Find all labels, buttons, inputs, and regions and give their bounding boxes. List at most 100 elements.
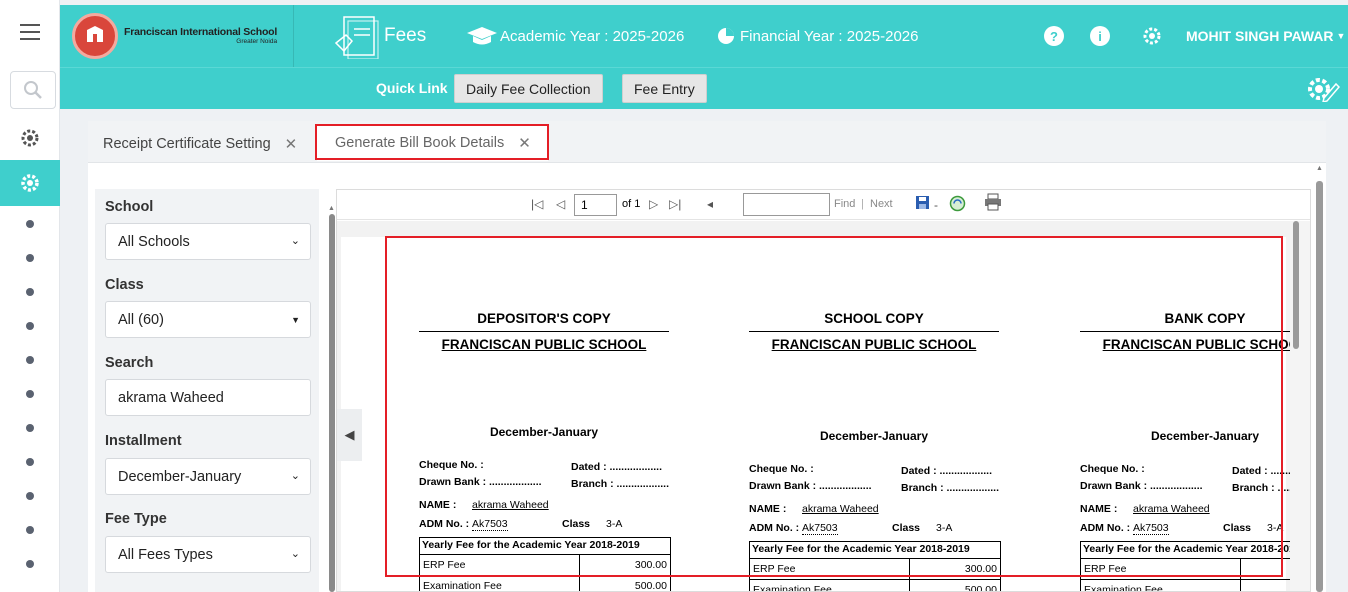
refresh-icon[interactable] (949, 195, 966, 215)
close-icon[interactable]: ✕ (518, 134, 531, 152)
branch-label: Branch : .................. (901, 482, 1000, 494)
adm-label: ADM No. : (419, 518, 470, 530)
sidebar-item-6[interactable] (26, 390, 34, 398)
sidebar-item-8[interactable] (26, 458, 34, 466)
close-icon[interactable]: ✕ (285, 135, 298, 153)
export-icon[interactable] (915, 195, 931, 214)
graduation-cap-icon (467, 27, 497, 45)
search-label: Search (105, 355, 154, 371)
scroll-up-icon[interactable]: ▲ (328, 205, 335, 212)
sidebar-item-11[interactable] (26, 560, 34, 568)
fee-amount: 500.00 (634, 580, 667, 592)
fee-row: Examination Fee500.00 (1081, 580, 1310, 591)
school-select[interactable]: All Schools ⌄ (105, 223, 311, 260)
cheque-label: Cheque No. : (1080, 463, 1145, 475)
scrollbar-thumb[interactable] (1293, 221, 1299, 349)
back-icon[interactable]: ◂ (707, 197, 713, 211)
scrollbar-thumb[interactable] (329, 214, 335, 592)
fee-entry-button[interactable]: Fee Entry (622, 74, 707, 103)
copy-installment: December-January (819, 429, 929, 443)
academic-year-label: Academic Year : 2025-2026 (500, 27, 685, 45)
class-select-value: All (60) (118, 311, 164, 328)
report-viewer: |◁ ◁ 1 of 1 ▷ ▷| ◂ Find | Next - DEPOSIT… (336, 189, 1311, 592)
installment-label: Installment (105, 433, 182, 449)
search-button[interactable] (10, 71, 56, 109)
class-select[interactable]: All (60) ▼ (105, 301, 311, 338)
menu-icon[interactable] (20, 24, 40, 40)
class-value: 3-A (606, 518, 623, 530)
sidebar-item-1[interactable] (26, 220, 34, 228)
sidebar-item-5[interactable] (26, 356, 34, 364)
sidebar-item-4[interactable] (26, 322, 34, 330)
module-fees[interactable]: Fees (332, 5, 426, 67)
adm-number: Ak7503 (472, 518, 508, 531)
next-page-icon[interactable]: ▷ (649, 197, 658, 211)
last-page-icon[interactable]: ▷| (669, 197, 681, 211)
fee-row: Examination Fee500.00 (420, 576, 670, 592)
scrollbar-thumb[interactable] (1316, 181, 1323, 592)
user-menu[interactable]: MOHIT SINGH PAWAR ▼ (1186, 5, 1345, 67)
drawn-bank-label: Drawn Bank : .................. (419, 476, 542, 488)
school-logo[interactable]: Franciscan International School Greater … (60, 5, 294, 67)
copy-title: BANK COPY (1080, 311, 1310, 332)
installment-select[interactable]: December-January ⌄ (105, 458, 311, 495)
triangle-left-icon: ◀ (344, 427, 355, 442)
sidebar-item-3[interactable] (26, 288, 34, 296)
school-location: Greater Noida (236, 38, 278, 45)
filter-scrollbar[interactable]: ▲ (328, 197, 336, 592)
class-label: Class (892, 522, 921, 534)
user-name: MOHIT SINGH PAWAR (1186, 28, 1334, 44)
collapse-filter-button[interactable]: ◀ (337, 409, 362, 461)
fee-name: ERP Fee (420, 555, 580, 575)
print-icon[interactable] (984, 193, 1002, 214)
sidebar-item-7[interactable] (26, 424, 34, 432)
sidebar-item-10[interactable] (26, 526, 34, 534)
academic-year[interactable]: Academic Year : 2025-2026 (466, 5, 684, 67)
left-sidebar (0, 0, 60, 592)
report-scrollbar[interactable] (1290, 221, 1310, 591)
search-input[interactable]: akrama Waheed (105, 379, 311, 416)
scroll-up-icon[interactable]: ▲ (1316, 165, 1323, 172)
class-label: Class (1223, 522, 1252, 534)
fees-icon (334, 16, 379, 59)
tab-receipt-certificate-setting[interactable]: Receipt Certificate Setting ✕ (103, 126, 297, 162)
caret-down-icon: ▼ (1336, 31, 1346, 41)
fee-row: ERP Fee300.00 (750, 559, 1000, 580)
page-scrollbar[interactable]: ▲ (1313, 165, 1326, 592)
class-value: 3-A (936, 522, 953, 534)
info-button[interactable]: i (1090, 5, 1110, 67)
fee-amount: 300.00 (964, 563, 997, 575)
copy-installment: December-January (489, 425, 599, 439)
help-button[interactable]: ? (1044, 5, 1064, 67)
class-label: Class (562, 518, 591, 530)
dated-label: Dated : .................. (571, 461, 663, 473)
fee-row: ERP Fee300.00 (1081, 559, 1310, 580)
adm-number: Ak7503 (1133, 522, 1169, 535)
fees-settings-menu-item[interactable] (0, 160, 60, 206)
settings-button[interactable] (1142, 5, 1162, 67)
edit-settings-icon[interactable] (1306, 76, 1341, 104)
previous-page-icon[interactable]: ◁ (556, 197, 565, 211)
next-link[interactable]: Next (870, 198, 893, 210)
pie-chart-icon (718, 28, 734, 44)
find-separator: | (861, 198, 864, 210)
sidebar-item-9[interactable] (26, 492, 34, 500)
find-link[interactable]: Find (834, 198, 855, 210)
drawn-bank-label: Drawn Bank : .................. (749, 480, 872, 492)
school-name: Franciscan International School (124, 25, 278, 38)
report-toolbar: |◁ ◁ 1 of 1 ▷ ▷| ◂ Find | Next - (337, 190, 1310, 220)
school-crest-icon (72, 13, 118, 59)
class-label: Class (105, 277, 144, 293)
tab-generate-bill-book-details[interactable]: Generate Bill Book Details ✕ (317, 125, 548, 161)
find-input[interactable] (743, 193, 830, 216)
report-canvas: DEPOSITOR'S COPY FRANCISCAN PUBLIC SCHOOL… (337, 221, 1310, 592)
first-page-icon[interactable]: |◁ (531, 197, 543, 211)
settings-icon[interactable] (20, 128, 40, 148)
page-number-input[interactable]: 1 (574, 194, 617, 216)
export-dropdown-icon[interactable]: - (934, 198, 938, 212)
financial-year[interactable]: Financial Year : 2025-2026 (716, 5, 918, 67)
fee-type-select[interactable]: All Fees Types ⌄ (105, 536, 311, 573)
sidebar-item-2[interactable] (26, 254, 34, 262)
daily-fee-collection-button[interactable]: Daily Fee Collection (454, 74, 603, 103)
fee-amount: 300.00 (634, 559, 667, 571)
